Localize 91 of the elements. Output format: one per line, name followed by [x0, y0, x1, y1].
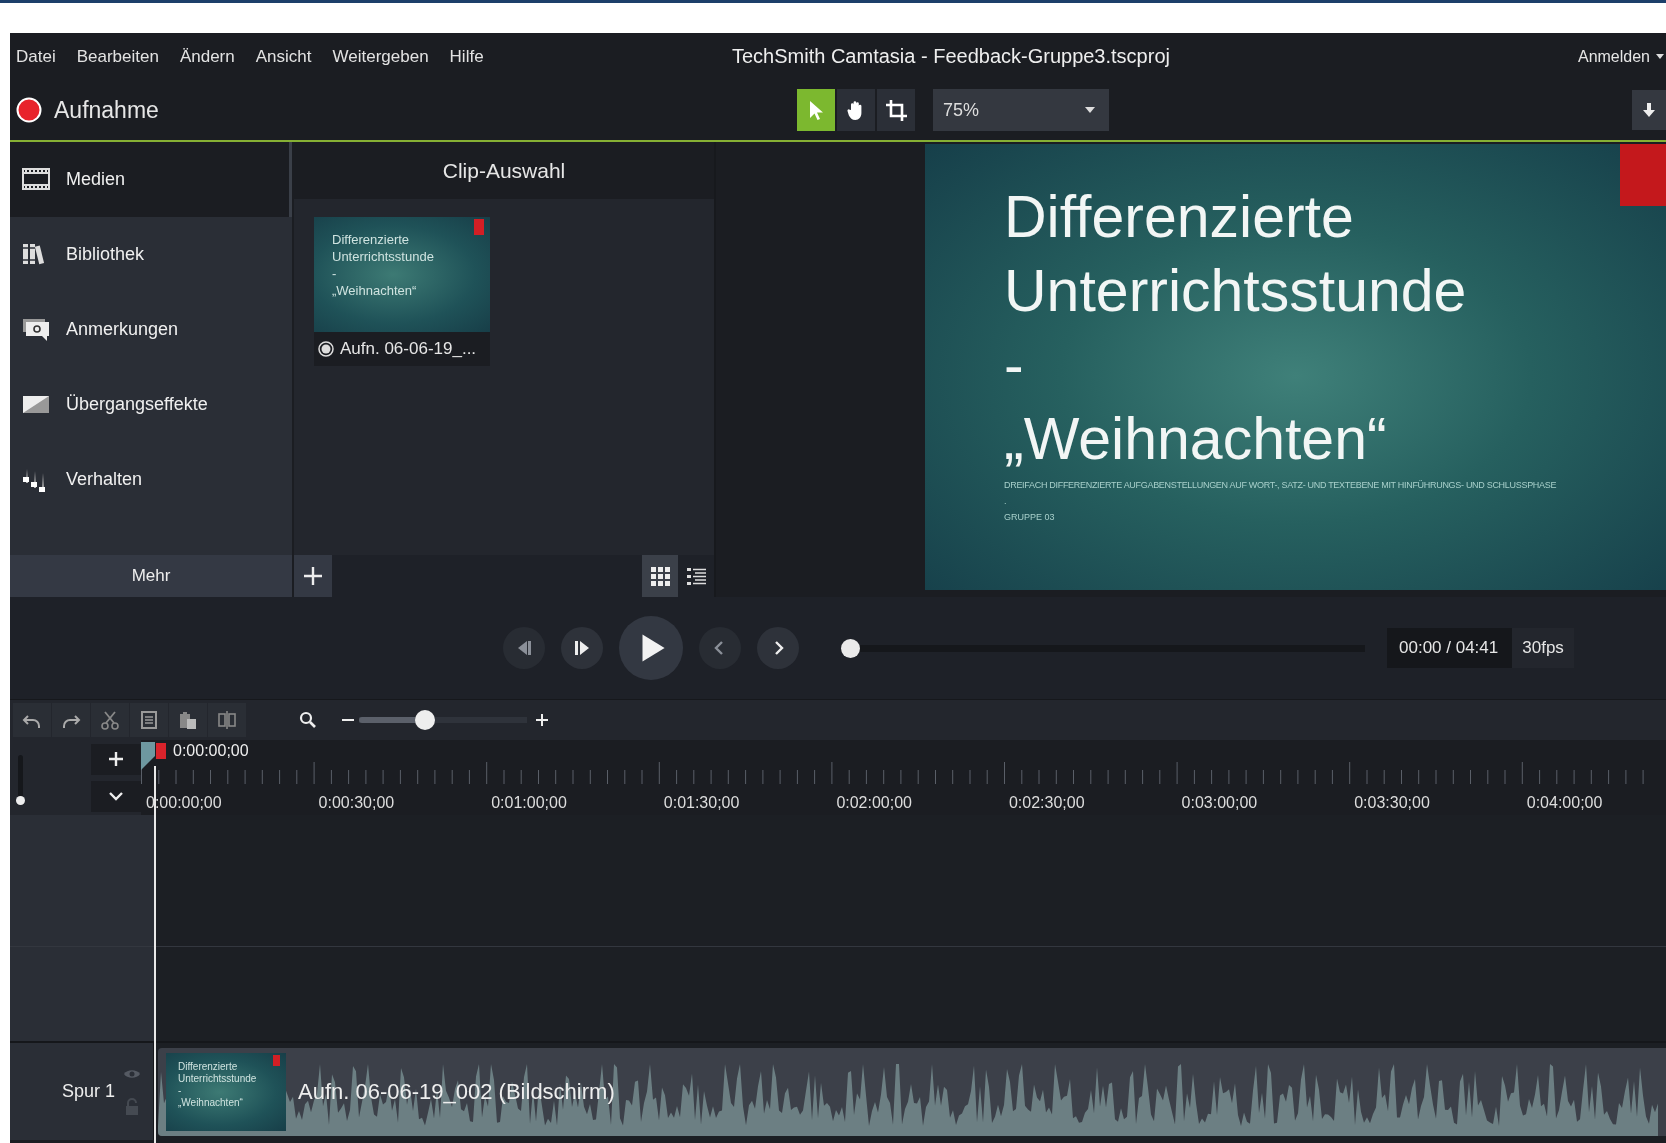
track-name: Spur 1: [62, 1081, 116, 1102]
menu-item[interactable]: Hilfe: [449, 46, 484, 67]
next-frame-button[interactable]: [561, 627, 603, 669]
playhead-time: 0:00:00;00: [173, 742, 249, 760]
film-icon: [22, 166, 50, 193]
slide-text: -: [332, 265, 338, 282]
slide-text: Unterrichtsstunde: [332, 248, 435, 265]
slide-text: GRUPPE 03: [1004, 512, 1056, 522]
time-label: 0:00:30;00: [318, 794, 396, 812]
slide-subtitle: DREIFACH DIFFERENZIERTE AUFGABENSTELLUNGEN AUF WORT-, SATZ- UND TEXTEBENE MIT HINFÜHRUNGS- UND SCHLUSSPHASE: [1004, 480, 1558, 490]
redo-button[interactable]: [52, 703, 90, 737]
sidebar-item[interactable]: Medien: [10, 142, 292, 217]
search-icon: [299, 711, 317, 729]
slide-text: „Weihnachten“: [178, 1097, 244, 1109]
slide-title: -: [1004, 331, 1025, 400]
record-icon: [16, 97, 42, 123]
previous-marker-button[interactable]: [699, 627, 741, 669]
add-button[interactable]: [294, 555, 332, 597]
slide-text: Differenzierte: [332, 231, 411, 248]
scissors-icon: [100, 710, 120, 730]
time-display: 00:00 / 04:41: [1398, 637, 1500, 659]
plus-icon: [108, 751, 124, 767]
slide-text: Differenzierte: [178, 1061, 239, 1073]
paste-button[interactable]: [169, 703, 207, 737]
time-label: 0:03:00;00: [1181, 794, 1259, 812]
undo-button[interactable]: [13, 703, 51, 737]
tool-button[interactable]: [837, 89, 875, 131]
slide-text: .: [1004, 495, 1008, 508]
sidebar-item[interactable]: Verhalten: [10, 442, 292, 517]
list-view-icon: [685, 565, 707, 587]
frame-rate: 30fps: [1512, 628, 1574, 668]
account-menu[interactable]: Anmelden: [1577, 47, 1664, 66]
plus-icon: [303, 566, 323, 586]
plus-icon: [535, 713, 549, 727]
view-toggle[interactable]: [642, 555, 678, 597]
zoom-dropdown[interactable]: 75%: [933, 89, 1109, 131]
split-icon: [217, 710, 237, 730]
time-label: 0:02:00;00: [836, 794, 913, 812]
cut-button[interactable]: [91, 703, 129, 737]
slide-title: Unterrichtsstunde: [1004, 257, 1468, 326]
menu-item[interactable]: Ändern: [179, 46, 235, 67]
scrubber-thumb[interactable]: [841, 638, 860, 658]
menu-item[interactable]: Bearbeiten: [76, 46, 159, 67]
time-label: 0:04:00;00: [1526, 794, 1604, 812]
sidebar-item[interactable]: Bibliothek: [10, 217, 292, 292]
slide-text: -: [178, 1085, 183, 1097]
speech-bubble-icon: [22, 316, 50, 343]
slide-marker: [1620, 144, 1666, 206]
window-title: TechSmith Camtasia - Feedback-Gruppe3.tscproj: [732, 45, 1171, 68]
download-button[interactable]: [1632, 90, 1666, 130]
caret-icon: [1085, 107, 1095, 113]
document-icon: [139, 710, 159, 730]
next-marker-button[interactable]: [757, 627, 799, 669]
time-label: 0:01:00;00: [491, 794, 568, 812]
sidebar-item[interactable]: Anmerkungen: [10, 292, 292, 367]
slide-text: Unterrichtsstunde: [178, 1073, 258, 1085]
caret-icon: [1656, 53, 1664, 60]
menu-item[interactable]: Ansicht: [255, 46, 312, 67]
menu-item[interactable]: Weitergeben: [332, 46, 429, 67]
slide-marker: [273, 1055, 280, 1066]
slide-title: „Weihnachten“: [1004, 405, 1388, 474]
slider-thumb[interactable]: [414, 710, 435, 730]
prev-frame-button[interactable]: [503, 627, 545, 669]
chevron-down-icon: [108, 790, 124, 802]
arrow-down-icon: [1643, 103, 1655, 117]
split-button[interactable]: [208, 703, 246, 737]
clip-name: Aufn. 06-06-19_...: [340, 339, 477, 359]
clipboard-icon: [178, 710, 198, 730]
copy-button[interactable]: [130, 703, 168, 737]
time-label: 0:01:30;00: [663, 794, 741, 812]
slide-title: Differenzierte: [1004, 183, 1355, 252]
sidebar-item[interactable]: Übergangseffekte: [10, 367, 292, 442]
collapse-button[interactable]: [91, 780, 141, 812]
slide-text: „Weihnachten“: [332, 282, 418, 299]
record-button[interactable]: Aufnahme: [10, 96, 797, 124]
clip-label: Aufn. 06-06-19_002 (Bildschirm): [298, 1079, 615, 1105]
clip-card[interactable]: Differenzierte Unterrichtsstunde - „Weihnachten“ Aufn. 06-06-19_...: [314, 217, 490, 366]
crop-icon: [884, 98, 908, 122]
radio-icon: [318, 341, 334, 357]
panel-header: Clip-Auswahl: [294, 142, 714, 199]
add-track-button[interactable]: [91, 743, 141, 775]
grid-view-icon: [649, 565, 671, 587]
slide-marker: [474, 219, 484, 235]
slider-thumb[interactable]: [16, 795, 25, 805]
time-label: 0:03:30;00: [1354, 794, 1431, 812]
media-clip[interactable]: Differenzierte Unterrichtsstunde - „Weihnachten“ Aufn. 06-06-19_002 (Bildschirm): [158, 1048, 1666, 1136]
menu-item[interactable]: Datei: [16, 46, 56, 67]
tool-button[interactable]: [877, 89, 915, 131]
playhead-handle[interactable]: [141, 742, 167, 770]
more-button[interactable]: Mehr: [10, 555, 292, 597]
time-label: 0:02:30;00: [1008, 794, 1086, 812]
